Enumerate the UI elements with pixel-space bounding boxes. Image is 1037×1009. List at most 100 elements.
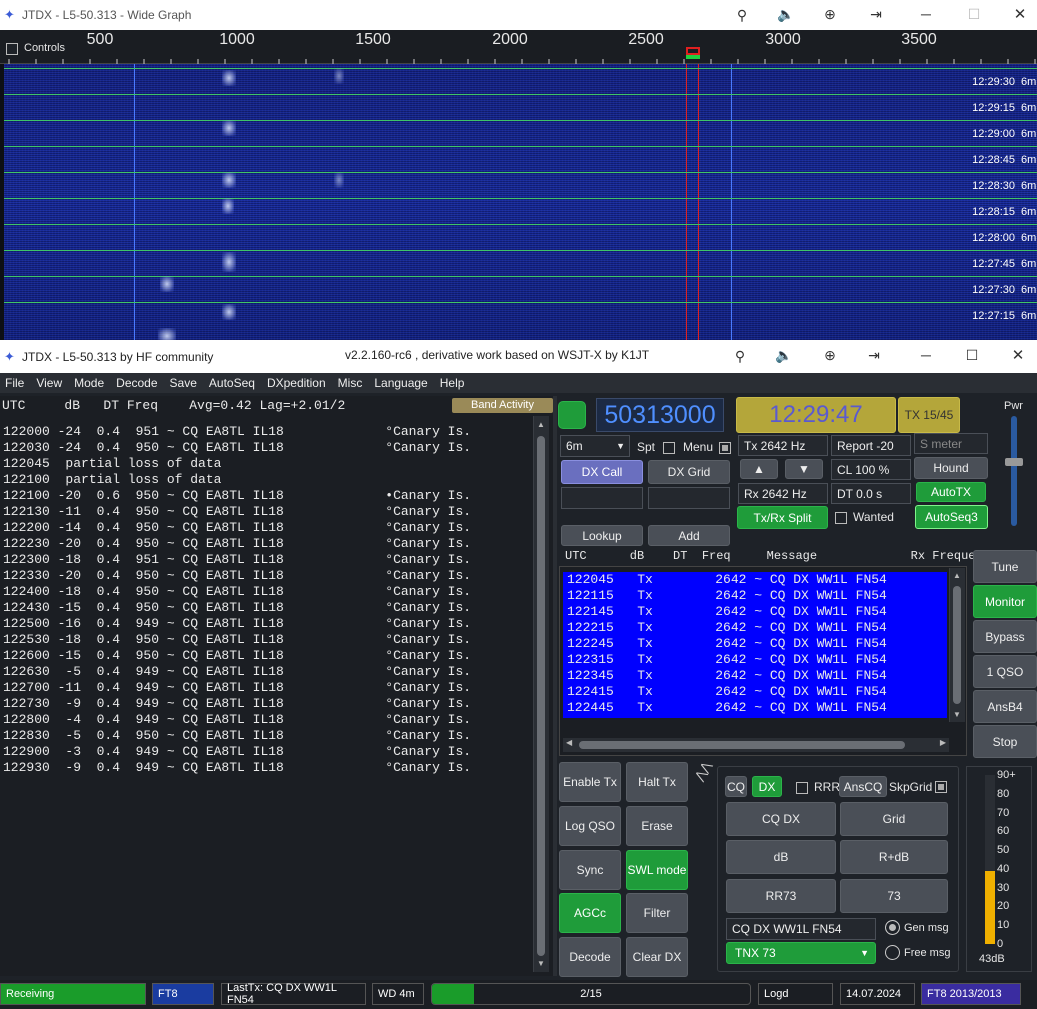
band-activity-list[interactable]: 122000 -24 0.4 951 ~ CQ EA8TL IL18 °Cana…	[3, 424, 471, 776]
decode-row[interactable]: 122900 -3 0.4 949 ~ CQ EA8TL IL18 °Canar…	[3, 744, 471, 760]
menu-autoseq[interactable]: AutoSeq	[204, 376, 262, 390]
target-icon[interactable]: ⊕	[810, 347, 850, 364]
decode-row[interactable]: 122100 -20 0.6 950 ~ CQ EA8TL IL18 •Cana…	[3, 488, 471, 504]
tx-frequency-spinbox[interactable]: Tx 2642 Hz	[738, 435, 828, 456]
monitor-button[interactable]: Monitor	[973, 585, 1037, 618]
stop-button[interactable]: Stop	[973, 725, 1037, 758]
speaker-icon[interactable]: 🔈	[764, 347, 804, 364]
tx-history-row[interactable]: 122415 Tx 2642 ~ CQ DX WW1L FN54	[563, 684, 947, 700]
dx-grid-button[interactable]: DX Grid	[648, 460, 730, 484]
pin-icon[interactable]: ⚲	[720, 348, 760, 365]
band-activity-scrollbar[interactable]: ▲ ▼	[533, 416, 549, 972]
one-qso-button[interactable]: 1 QSO	[973, 655, 1037, 688]
decode-row[interactable]: 122230 -20 0.4 950 ~ CQ EA8TL IL18 °Cana…	[3, 536, 471, 552]
free-msg-radio[interactable]	[885, 945, 900, 960]
swl-mode-button[interactable]: SWL mode	[626, 850, 688, 890]
decode-row[interactable]: 122930 -9 0.4 949 ~ CQ EA8TL IL18 °Canar…	[3, 760, 471, 776]
spt-checkbox[interactable]	[663, 440, 675, 454]
rr73-msg-button[interactable]: RR73	[726, 879, 836, 913]
menu-checkbox[interactable]	[719, 440, 731, 454]
frequency-ruler[interactable]: Controls 500 1000 1500 2000 2500 3000 35…	[0, 30, 1037, 64]
tx-list-scrollbar[interactable]: ▲ ▼	[949, 568, 965, 722]
tx-history-list[interactable]: 122045 Tx 2642 ~ CQ DX WW1L FN54 122115 T…	[563, 572, 947, 718]
skpgrid-checkbox[interactable]	[935, 779, 947, 793]
decode-row[interactable]: 122200 -14 0.4 950 ~ CQ EA8TL IL18 °Cana…	[3, 520, 471, 536]
db-msg-button[interactable]: dB	[726, 840, 836, 874]
log-qso-button[interactable]: Log QSO	[559, 806, 621, 846]
speaker-icon[interactable]: 🔈	[766, 6, 806, 23]
decode-row[interactable]: 122830 -5 0.4 950 ~ CQ EA8TL IL18 °Canar…	[3, 728, 471, 744]
minimize-icon[interactable]: ─	[906, 347, 946, 363]
tx-list-hscrollbar[interactable]: ◀ ▶	[563, 738, 949, 752]
decode-row[interactable]: 122030 -24 0.4 950 ~ CQ EA8TL IL18 °Cana…	[3, 440, 471, 456]
cl-spinbox[interactable]: CL 100 %	[831, 459, 911, 480]
tx-history-row[interactable]: 122145 Tx 2642 ~ CQ DX WW1L FN54	[563, 604, 947, 620]
decode-row[interactable]: 122730 -9 0.4 949 ~ CQ EA8TL IL18 °Canar…	[3, 696, 471, 712]
dx-button[interactable]: DX	[752, 776, 782, 797]
decode-row[interactable]: 122100 partial loss of data	[3, 472, 471, 488]
tx-history-row[interactable]: 122315 Tx 2642 ~ CQ DX WW1L FN54	[563, 652, 947, 668]
decode-row[interactable]: 122530 -18 0.4 950 ~ CQ EA8TL IL18 °Cana…	[3, 632, 471, 648]
power-slider-handle[interactable]	[1005, 458, 1023, 466]
wanted-checkbox[interactable]	[835, 510, 847, 524]
autotx-button[interactable]: AutoTX	[916, 482, 986, 502]
power-slider-track[interactable]	[1011, 416, 1017, 526]
sync-button[interactable]: Sync	[559, 850, 621, 890]
tx-history-row[interactable]: 122215 Tx 2642 ~ CQ DX WW1L FN54	[563, 620, 947, 636]
target-icon[interactable]: ⊕	[810, 6, 850, 23]
band-select[interactable]: 6m ▼	[560, 435, 630, 457]
dt-spinbox[interactable]: DT 0.0 s	[831, 483, 911, 504]
tx-period-button[interactable]: TX 15/45	[898, 397, 960, 433]
menu-mode[interactable]: Mode	[69, 376, 111, 390]
menu-file[interactable]: File	[0, 376, 31, 390]
decode-row[interactable]: 122400 -18 0.4 950 ~ CQ EA8TL IL18 °Cana…	[3, 584, 471, 600]
decode-button[interactable]: Decode	[559, 937, 621, 977]
frequency-display[interactable]: 50313000	[596, 398, 724, 432]
free-msg-select[interactable]: TNX 73 ▼	[726, 942, 876, 964]
menu-language[interactable]: Language	[369, 376, 434, 390]
rx-frequency-spinbox[interactable]: Rx 2642 Hz	[738, 483, 828, 504]
agcc-button[interactable]: AGCc	[559, 893, 621, 933]
controls-checkbox[interactable]	[6, 41, 18, 55]
decode-row[interactable]: 122300 -18 0.4 951 ~ CQ EA8TL IL18 °Cana…	[3, 552, 471, 568]
tx-history-row[interactable]: 122045 Tx 2642 ~ CQ DX WW1L FN54	[563, 572, 947, 588]
cq-dx-msg-button[interactable]: CQ DX	[726, 802, 836, 836]
erase-button[interactable]: Erase	[626, 806, 688, 846]
close-icon[interactable]: ✕	[998, 346, 1037, 364]
decode-row[interactable]: 122500 -16 0.4 949 ~ CQ EA8TL IL18 °Cana…	[3, 616, 471, 632]
halt-tx-button[interactable]: Halt Tx	[626, 762, 688, 802]
autoseq3-button[interactable]: AutoSeq3	[915, 505, 988, 529]
maximize-icon[interactable]: ☐	[952, 347, 992, 364]
add-button[interactable]: Add	[648, 525, 730, 546]
menu-dxpedition[interactable]: DXpedition	[262, 376, 333, 390]
band-activity-button[interactable]: Band Activity	[452, 398, 553, 413]
ansb4-button[interactable]: AnsB4	[973, 690, 1037, 723]
restore-window-icon[interactable]: ⇥	[854, 347, 894, 364]
dx-call-input[interactable]	[561, 487, 643, 509]
enable-tx-button[interactable]: Enable Tx	[559, 762, 621, 802]
waterfall-display[interactable]: 12:29:30 6m 12:29:15 6m 12:29:00 6m 12:28:45 6m…	[4, 64, 1037, 340]
dx-grid-input[interactable]	[648, 487, 730, 509]
pin-icon[interactable]: ⚲	[722, 7, 762, 24]
menu-view[interactable]: View	[31, 376, 69, 390]
decode-row[interactable]: 122045 partial loss of data	[3, 456, 471, 472]
decode-row[interactable]: 122330 -20 0.4 950 ~ CQ EA8TL IL18 °Cana…	[3, 568, 471, 584]
seventy-three-msg-button[interactable]: 73	[840, 879, 948, 913]
tx-rx-split-button[interactable]: Tx/Rx Split	[737, 506, 828, 529]
r-db-msg-button[interactable]: R+dB	[840, 840, 948, 874]
decode-row[interactable]: 122600 -15 0.4 950 ~ CQ EA8TL IL18 °Cana…	[3, 648, 471, 664]
tx-history-row[interactable]: 122345 Tx 2642 ~ CQ DX WW1L FN54	[563, 668, 947, 684]
bypass-button[interactable]: Bypass	[973, 620, 1037, 653]
menu-decode[interactable]: Decode	[111, 376, 164, 390]
filter-button[interactable]: Filter	[626, 893, 688, 933]
rrr-checkbox[interactable]	[796, 780, 808, 794]
menu-help[interactable]: Help	[435, 376, 472, 390]
arrow-down-button[interactable]: ▼	[785, 459, 823, 479]
tx-history-row[interactable]: 122245 Tx 2642 ~ CQ DX WW1L FN54	[563, 636, 947, 652]
maximize-icon[interactable]: ☐	[954, 6, 994, 23]
report-spinbox[interactable]: Report -20	[831, 435, 911, 456]
menu-save[interactable]: Save	[165, 376, 204, 390]
dx-call-button[interactable]: DX Call	[561, 460, 643, 484]
minimize-icon[interactable]: ─	[906, 6, 946, 22]
lookup-button[interactable]: Lookup	[561, 525, 643, 546]
